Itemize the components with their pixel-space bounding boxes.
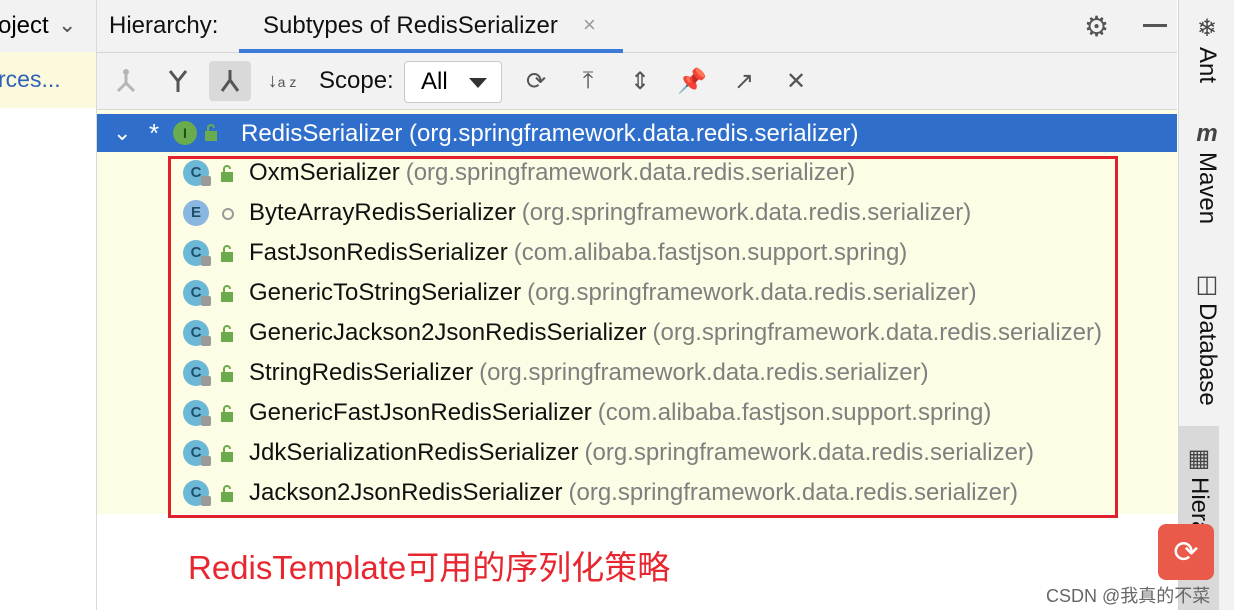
hierarchy-title: Hierarchy: [109,12,219,39]
supertypes-icon [168,70,188,92]
expand-all-icon: ⇕ [629,67,651,95]
root-marker: * [149,118,160,148]
type-hierarchy-icon [116,69,136,93]
hide-panel-icon[interactable] [1143,24,1167,27]
root-class-name: RedisSerializer (org.springframework.dat… [241,120,859,147]
type-hierarchy-button[interactable] [105,61,147,101]
sort-alphabetically-button[interactable]: ↓a z [261,61,303,101]
annotation-caption: RedisTemplate可用的序列化策略 [188,549,671,586]
chevron-down-icon[interactable]: ⌄ [113,120,131,146]
tool-database[interactable]: ◫ Database [1179,270,1234,406]
export-icon: ⤒ [582,67,594,94]
interface-icon: I [173,121,197,145]
close-button[interactable]: ✕ [775,61,817,101]
tab-subtypes[interactable]: Subtypes of RedisSerializer × [239,0,623,53]
pin-button[interactable]: 📌 [671,61,713,101]
scope-select[interactable]: All [404,61,502,103]
project-label: oject [0,12,49,39]
tool-maven-label: Maven [1194,152,1221,225]
tool-database-label: Database [1194,303,1221,406]
pin-icon: 📌 [677,67,707,95]
annotation-box [168,156,1118,518]
right-tool-strip: ❄ Ant m Maven ◫ Database ▦ Hierarchy [1178,0,1234,610]
tool-ant-label: Ant [1194,47,1221,84]
watermark: CSDN @我真的不菜 [1046,586,1211,606]
public-lock-icon [205,124,217,141]
close-icon: ✕ [785,67,807,95]
tree-root-row[interactable]: ⌄ * I RedisSerializer (org.springframewo… [97,114,1177,152]
sources-item[interactable]: rces... [0,52,96,108]
expand-all-button[interactable]: ⇕ [619,61,661,101]
dropdown-arrow-icon [469,78,487,88]
chevron-down-icon[interactable]: ⌄ [58,12,76,38]
scope-label: Scope: [319,67,394,94]
hierarchy-panel: Hierarchy: Subtypes of RedisSerializer ×… [97,0,1177,610]
tab-label: Subtypes of RedisSerializer [263,12,558,39]
hierarchy-tabbar: Hierarchy: Subtypes of RedisSerializer ×… [97,0,1177,53]
project-panel: oject ⌄ rces... [0,0,97,610]
hierarchy-icon: ▦ [1187,445,1211,472]
refresh-icon: ⟳ [525,67,547,95]
subtypes-button[interactable] [209,61,251,101]
open-window-icon: ↗ [733,67,755,95]
tool-ant[interactable]: ❄ Ant [1179,14,1234,83]
supertypes-button[interactable] [157,61,199,101]
database-icon: ◫ [1195,271,1219,298]
scope-value: All [421,68,448,95]
project-header[interactable]: oject ⌄ [0,0,96,53]
close-tab-icon[interactable]: × [583,12,596,38]
sources-label: rces... [0,66,61,92]
gear-icon[interactable]: ⚙ [1084,10,1109,43]
maven-icon: m [1196,120,1218,147]
ant-icon: ❄ [1196,15,1218,42]
subtypes-icon [220,70,240,92]
open-in-window-button[interactable]: ↗ [723,61,765,101]
refresh-button[interactable]: ⟳ [515,61,557,101]
sort-alpha-icon: ↓a z [267,69,297,92]
csdn-float-icon[interactable]: ⟳ [1158,524,1214,580]
export-button[interactable]: ⤒ [567,61,609,101]
tool-maven[interactable]: m Maven [1179,120,1234,224]
hierarchy-toolbar: ↓a z Scope: All ⟳ ⤒ ⇕ 📌 ↗ ✕ [97,53,1177,110]
